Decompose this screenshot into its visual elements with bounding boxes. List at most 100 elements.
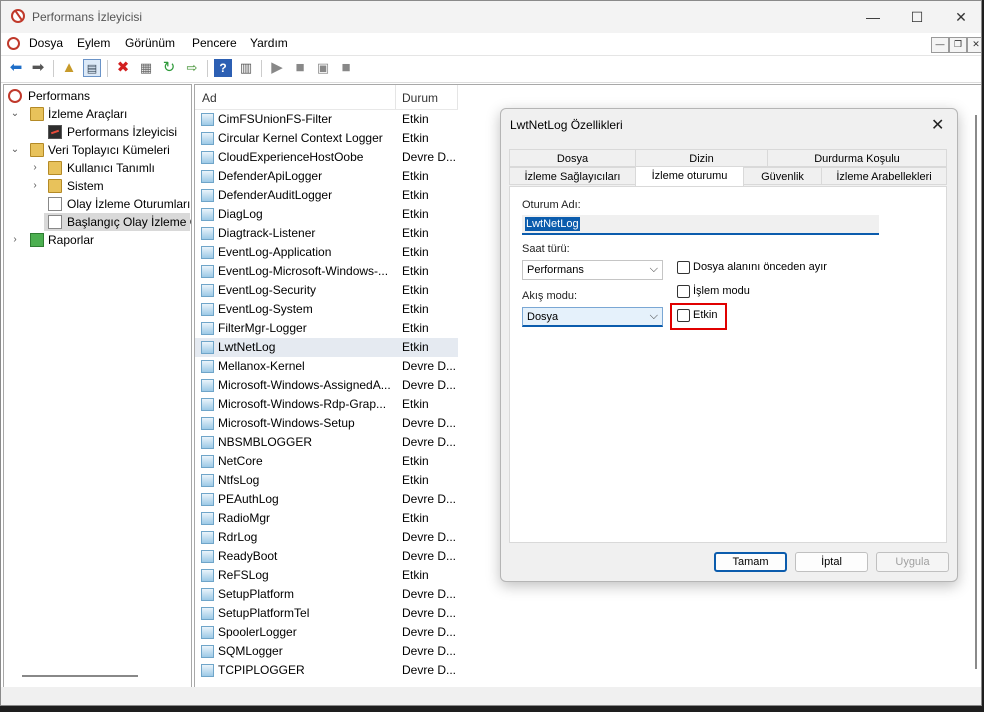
- start-icon[interactable]: ▶: [268, 59, 286, 77]
- list-row[interactable]: LwtNetLog Etkin: [195, 338, 458, 357]
- tab-trace-session[interactable]: İzleme oturumu: [635, 166, 744, 186]
- session-name: SQMLogger: [218, 644, 283, 658]
- list-row[interactable]: DefenderAuditLogger Etkin: [195, 186, 458, 205]
- tree-item-monitoring-tools[interactable]: ⌄ İzleme Araçları: [8, 105, 188, 123]
- forward-icon[interactable]: ➡: [29, 59, 47, 77]
- system-menu-icon[interactable]: [7, 37, 20, 50]
- maximize-button[interactable]: ☐: [895, 5, 939, 29]
- column-header-name[interactable]: Ad: [202, 91, 217, 105]
- list-row[interactable]: PEAuthLog Devre D...: [195, 490, 458, 509]
- up-folder-icon[interactable]: ▲: [60, 59, 78, 77]
- session-name-field[interactable]: LwtNetLog: [522, 215, 879, 235]
- show-action-pane-icon[interactable]: ▥: [237, 59, 255, 77]
- session-name: Diagtrack-Listener: [218, 226, 316, 240]
- session-name-value: LwtNetLog: [525, 217, 580, 231]
- dialog-close-icon[interactable]: ✕: [931, 115, 944, 135]
- list-row[interactable]: SpoolerLogger Devre D...: [195, 623, 458, 642]
- collapse-arrow-icon[interactable]: ⌄: [10, 141, 20, 159]
- list-row[interactable]: NtfsLog Etkin: [195, 471, 458, 490]
- clock-type-select[interactable]: Performans ⌵: [522, 260, 663, 280]
- tab-file[interactable]: Dosya: [509, 149, 636, 167]
- stop-icon[interactable]: ■: [291, 59, 309, 77]
- refresh-icon[interactable]: ↻: [160, 59, 178, 77]
- list-row[interactable]: FilterMgr-Logger Etkin: [195, 319, 458, 338]
- collapse-arrow-icon[interactable]: ⌄: [10, 105, 20, 123]
- tab-security[interactable]: Güvenlik: [743, 167, 822, 185]
- toolbar-separator: [107, 60, 108, 77]
- list-row[interactable]: EventLog-Microsoft-Windows-... Etkin: [195, 262, 458, 281]
- list-row[interactable]: Mellanox-Kernel Devre D...: [195, 357, 458, 376]
- list-row[interactable]: CimFSUnionFS-Filter Etkin: [195, 110, 458, 129]
- tab-trace-providers[interactable]: İzleme Sağlayıcıları: [509, 167, 636, 185]
- help-icon[interactable]: ?: [214, 59, 232, 77]
- export-icon[interactable]: ⇨: [183, 59, 201, 77]
- trace-session-icon: [201, 417, 214, 430]
- trace-session-icon: [201, 493, 214, 506]
- properties-icon[interactable]: ▦: [137, 59, 155, 77]
- session-status: Etkin: [402, 454, 429, 468]
- toolbar: ⬅ ➡ ▲ ▤ ✖ ▦ ↻ ⇨ ? ▥ ▶ ■ ▣ ■: [1, 56, 981, 83]
- list-row[interactable]: ReFSLog Etkin: [195, 566, 458, 585]
- list-row[interactable]: Microsoft-Windows-Rdp-Grap... Etkin: [195, 395, 458, 414]
- tab-stop-condition[interactable]: Durdurma Koşulu: [767, 149, 947, 167]
- list-row[interactable]: SetupPlatform Devre D...: [195, 585, 458, 604]
- list-row[interactable]: ReadyBoot Devre D...: [195, 547, 458, 566]
- tree-horizontal-scrollbar[interactable]: [22, 675, 138, 677]
- tree-item-startup-event-trace-sessions[interactable]: Başlangıç Olay İzleme O: [44, 213, 191, 231]
- list-row[interactable]: RdrLog Devre D...: [195, 528, 458, 547]
- list-row[interactable]: TCPIPLOGGER Devre D...: [195, 661, 458, 680]
- stream-mode-select[interactable]: Dosya ⌵: [522, 307, 663, 327]
- menu-action[interactable]: Eylem: [77, 36, 110, 50]
- ok-button[interactable]: Tamam: [714, 552, 787, 572]
- list-row[interactable]: EventLog-Security Etkin: [195, 281, 458, 300]
- list-row[interactable]: NetCore Etkin: [195, 452, 458, 471]
- delete-icon[interactable]: ✖: [114, 59, 132, 77]
- close-button[interactable]: ✕: [939, 5, 981, 29]
- stop-all-icon[interactable]: ■: [337, 59, 355, 77]
- apply-button[interactable]: Uygula: [876, 552, 949, 572]
- list-row[interactable]: Microsoft-Windows-AssignedA... Devre D...: [195, 376, 458, 395]
- list-row[interactable]: EventLog-System Etkin: [195, 300, 458, 319]
- menu-help[interactable]: Yardım: [250, 36, 288, 50]
- clock-type-value: Performans: [527, 264, 584, 276]
- mdi-restore-button[interactable]: ❐: [949, 37, 967, 53]
- show-hide-tree-icon[interactable]: ▤: [83, 59, 101, 77]
- cancel-button[interactable]: İptal: [795, 552, 868, 572]
- save-template-icon[interactable]: ▣: [314, 59, 332, 77]
- session-name: CimFSUnionFS-Filter: [218, 112, 333, 126]
- minimize-button[interactable]: —: [851, 5, 895, 29]
- list-row[interactable]: DefenderApiLogger Etkin: [195, 167, 458, 186]
- expand-arrow-icon[interactable]: ›: [30, 177, 40, 195]
- session-status: Devre D...: [402, 606, 457, 620]
- session-status: Etkin: [402, 321, 429, 335]
- expand-arrow-icon[interactable]: ›: [10, 231, 20, 249]
- list-row[interactable]: Microsoft-Windows-Setup Devre D...: [195, 414, 458, 433]
- list-row[interactable]: EventLog-Application Etkin: [195, 243, 458, 262]
- trace-session-icon: [201, 436, 214, 449]
- list-row[interactable]: Diagtrack-Listener Etkin: [195, 224, 458, 243]
- tab-directory[interactable]: Dizin: [635, 149, 768, 167]
- list-row[interactable]: RadioMgr Etkin: [195, 509, 458, 528]
- list-row[interactable]: NBSMBLOGGER Devre D...: [195, 433, 458, 452]
- session-status: Devre D...: [402, 359, 457, 373]
- back-icon[interactable]: ⬅: [7, 59, 25, 77]
- column-divider[interactable]: [395, 85, 396, 109]
- process-mode-checkbox[interactable]: [677, 285, 690, 298]
- preallocate-checkbox[interactable]: [677, 261, 690, 274]
- menu-window[interactable]: Pencere: [192, 36, 237, 50]
- session-name: RadioMgr: [218, 511, 271, 525]
- menu-file[interactable]: Dosya: [29, 36, 63, 50]
- expand-arrow-icon[interactable]: ›: [30, 159, 40, 177]
- menu-view[interactable]: Görünüm: [125, 36, 175, 50]
- list-vertical-scrollbar[interactable]: [975, 115, 977, 669]
- list-row[interactable]: SetupPlatformTel Devre D...: [195, 604, 458, 623]
- tab-trace-buffers[interactable]: İzleme Arabellekleri: [821, 167, 947, 185]
- list-row[interactable]: Circular Kernel Context Logger Etkin: [195, 129, 458, 148]
- column-divider[interactable]: [457, 85, 458, 109]
- list-row[interactable]: DiagLog Etkin: [195, 205, 458, 224]
- mdi-close-button[interactable]: ✕: [967, 37, 981, 53]
- list-row[interactable]: SQMLogger Devre D...: [195, 642, 458, 661]
- list-row[interactable]: CloudExperienceHostOobe Devre D...: [195, 148, 458, 167]
- column-header-status[interactable]: Durum: [402, 91, 438, 105]
- mdi-minimize-button[interactable]: —: [931, 37, 949, 53]
